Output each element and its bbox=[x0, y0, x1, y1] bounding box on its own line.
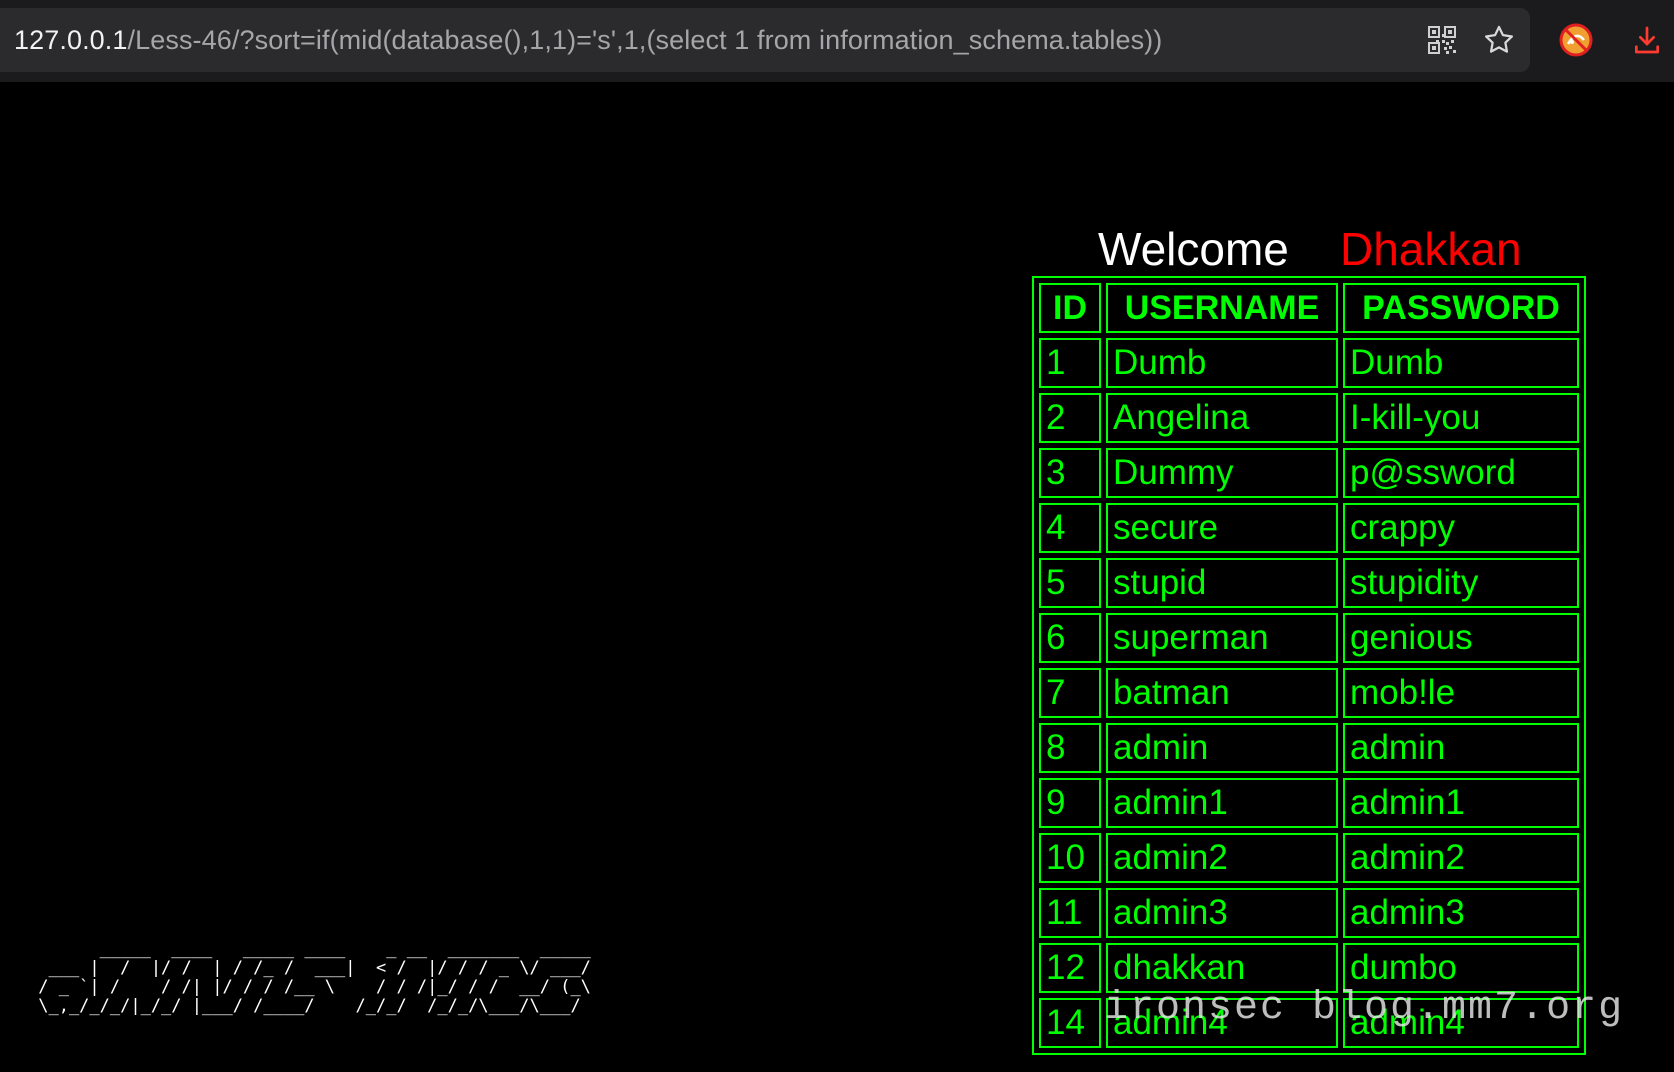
cell-id: 5 bbox=[1039, 558, 1101, 608]
cell-username: admin2 bbox=[1106, 833, 1338, 883]
table-row: 11 admin3 admin3 bbox=[1039, 888, 1579, 938]
cell-username: Dummy bbox=[1106, 448, 1338, 498]
table-header-row: ID USERNAME PASSWORD bbox=[1039, 283, 1579, 333]
header-username: USERNAME bbox=[1106, 283, 1338, 333]
cell-password: admin3 bbox=[1343, 888, 1579, 938]
cell-username: stupid bbox=[1106, 558, 1338, 608]
address-bar[interactable]: 127.0.0.1/Less-46/?sort=if(mid(database(… bbox=[0, 8, 1530, 72]
table-row: 7 batman mob!le bbox=[1039, 668, 1579, 718]
cell-password: genious bbox=[1343, 613, 1579, 663]
cell-password: admin4 bbox=[1343, 998, 1579, 1048]
cell-password: stupidity bbox=[1343, 558, 1579, 608]
users-table: ID USERNAME PASSWORD 1 Dumb Dumb 2 Angel… bbox=[1032, 276, 1586, 1055]
download-icon[interactable] bbox=[1624, 17, 1670, 63]
ascii-art-logo: _____ ____ _____ ____ _ __ _______ _____… bbox=[38, 939, 591, 1016]
cell-username: Dumb bbox=[1106, 338, 1338, 388]
table-row: 8 admin admin bbox=[1039, 723, 1579, 773]
table-row: 9 admin1 admin1 bbox=[1039, 778, 1579, 828]
cell-id: 10 bbox=[1039, 833, 1101, 883]
extension-icon[interactable] bbox=[1553, 17, 1599, 63]
cell-id: 2 bbox=[1039, 393, 1101, 443]
qr-code-icon[interactable] bbox=[1419, 17, 1465, 63]
cell-username: admin bbox=[1106, 723, 1338, 773]
user-name: Dhakkan bbox=[1340, 223, 1522, 275]
cell-password: I-kill-you bbox=[1343, 393, 1579, 443]
cell-password: Dumb bbox=[1343, 338, 1579, 388]
cell-username: dhakkan bbox=[1106, 943, 1338, 993]
cell-id: 4 bbox=[1039, 503, 1101, 553]
cell-username: admin3 bbox=[1106, 888, 1338, 938]
cell-id: 1 bbox=[1039, 338, 1101, 388]
cell-username: secure bbox=[1106, 503, 1338, 553]
cell-id: 6 bbox=[1039, 613, 1101, 663]
header-id: ID bbox=[1039, 283, 1101, 333]
cell-username: admin1 bbox=[1106, 778, 1338, 828]
header-password: PASSWORD bbox=[1343, 283, 1579, 333]
table-row: 3 Dummy p@ssword bbox=[1039, 448, 1579, 498]
cell-password: crappy bbox=[1343, 503, 1579, 553]
cell-password: p@ssword bbox=[1343, 448, 1579, 498]
url-path: /Less-46/?sort=if(mid(database(),1,1)='s… bbox=[127, 25, 1163, 55]
cell-id: 9 bbox=[1039, 778, 1101, 828]
cell-username: superman bbox=[1106, 613, 1338, 663]
cell-password: dumbo bbox=[1343, 943, 1579, 993]
table-row: 1 Dumb Dumb bbox=[1039, 338, 1579, 388]
cell-id: 11 bbox=[1039, 888, 1101, 938]
cell-username: admin4 bbox=[1106, 998, 1338, 1048]
cell-password: mob!le bbox=[1343, 668, 1579, 718]
table-row: 2 Angelina I-kill-you bbox=[1039, 393, 1579, 443]
table-row: 5 stupid stupidity bbox=[1039, 558, 1579, 608]
table-row: 10 admin2 admin2 bbox=[1039, 833, 1579, 883]
cell-id: 14 bbox=[1039, 998, 1101, 1048]
cell-password: admin2 bbox=[1343, 833, 1579, 883]
cell-id: 3 bbox=[1039, 448, 1101, 498]
table-row: 6 superman genious bbox=[1039, 613, 1579, 663]
url-text[interactable]: 127.0.0.1/Less-46/?sort=if(mid(database(… bbox=[14, 8, 1162, 72]
cell-id: 12 bbox=[1039, 943, 1101, 993]
cell-password: admin bbox=[1343, 723, 1579, 773]
browser-toolbar: 127.0.0.1/Less-46/?sort=if(mid(database(… bbox=[0, 0, 1674, 82]
table-row: 12 dhakkan dumbo bbox=[1039, 943, 1579, 993]
welcome-text: Welcome bbox=[1098, 223, 1289, 275]
cell-username: Angelina bbox=[1106, 393, 1338, 443]
cell-password: admin1 bbox=[1343, 778, 1579, 828]
table-row: 14 admin4 admin4 bbox=[1039, 998, 1579, 1048]
table-row: 4 secure crappy bbox=[1039, 503, 1579, 553]
bookmark-star-icon[interactable] bbox=[1476, 17, 1522, 63]
cell-username: batman bbox=[1106, 668, 1338, 718]
cell-id: 7 bbox=[1039, 668, 1101, 718]
cell-id: 8 bbox=[1039, 723, 1101, 773]
url-host: 127.0.0.1 bbox=[14, 25, 128, 55]
